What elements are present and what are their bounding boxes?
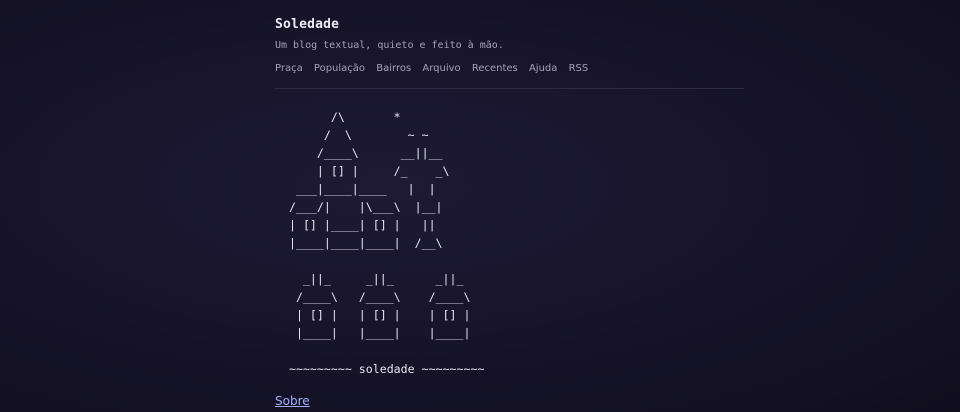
nav-link-praca[interactable]: Praça [275, 63, 303, 74]
nav-link-ajuda[interactable]: Ajuda [529, 63, 557, 74]
site-tagline: Um blog textual, quieto e feito à mão. [275, 40, 504, 51]
nav-link-bairros[interactable]: Bairros [376, 63, 411, 74]
header-divider [275, 88, 744, 89]
nav-link-populacao[interactable]: População [314, 63, 365, 74]
nav-link-arquivo[interactable]: Arquivo [422, 63, 460, 74]
about-link[interactable]: Sobre [275, 394, 310, 408]
site-title[interactable]: Soledade [275, 17, 339, 32]
nav-link-rss[interactable]: RSS [569, 63, 589, 74]
nav-link-recentes[interactable]: Recentes [472, 63, 518, 74]
main-nav: Praça População Bairros Arquivo Recentes… [275, 63, 596, 74]
ascii-art-village: /\ * / \ ~ ~ /____\ __||__ | [] | /_ _\ … [288, 110, 485, 376]
